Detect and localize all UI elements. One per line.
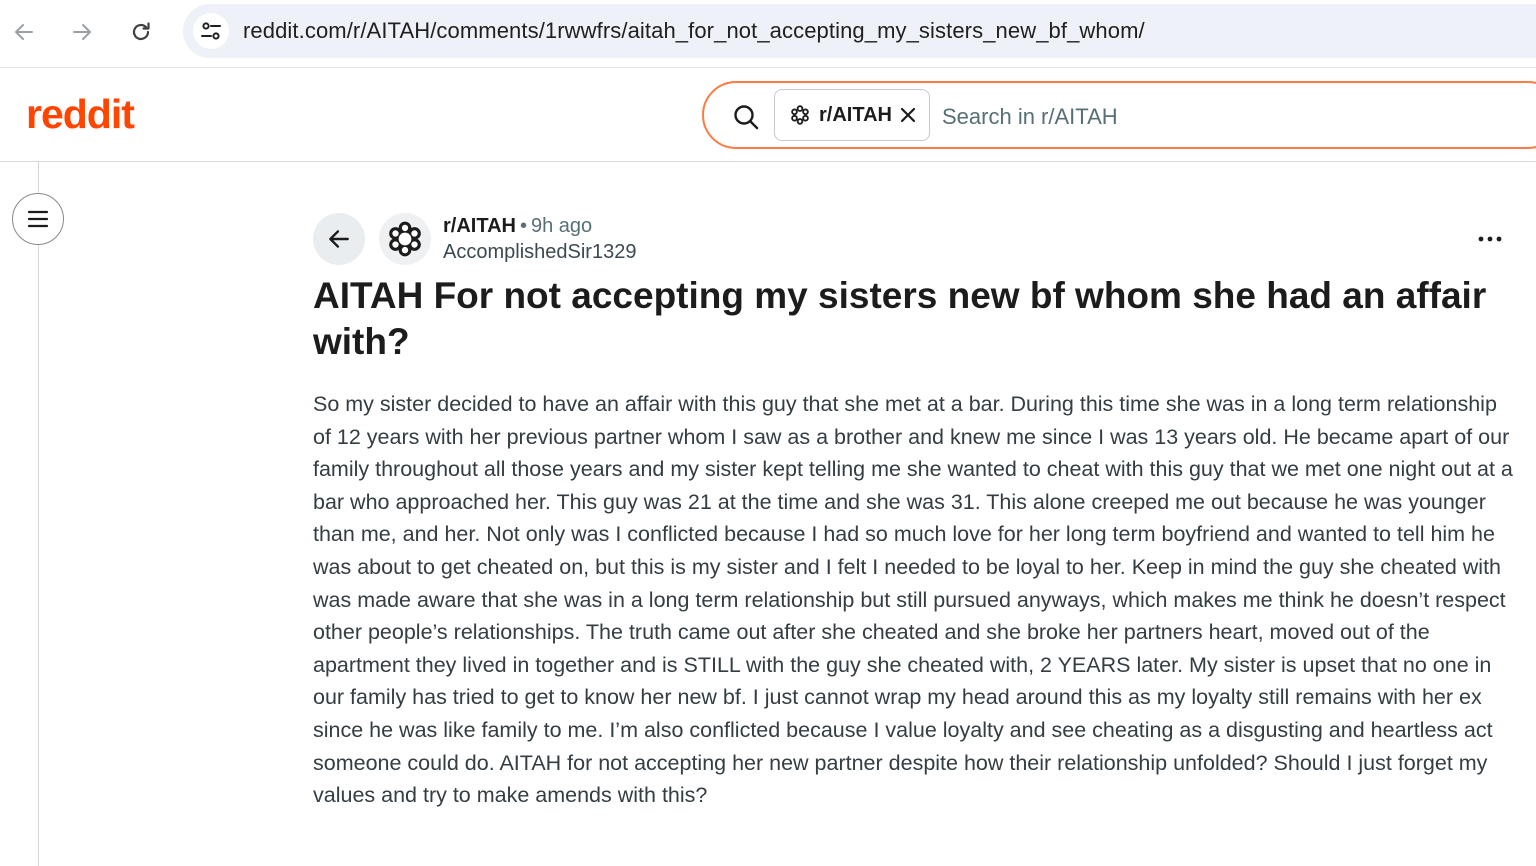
hamburger-icon	[27, 210, 49, 228]
arrow-left-icon	[15, 24, 33, 40]
browser-back-button[interactable]	[4, 12, 44, 52]
reload-icon	[132, 22, 150, 41]
post-back-button[interactable]	[313, 213, 365, 265]
post-title: AITAH For not accepting my sisters new b…	[313, 275, 1487, 362]
post-body: So my sister decided to have an affair w…	[313, 392, 1513, 808]
subreddit-avatar[interactable]	[379, 213, 431, 265]
address-bar[interactable]: reddit.com/r/AITAH/comments/1rwwfrs/aita…	[183, 4, 1536, 58]
community-chip-label: r/AITAH	[819, 103, 892, 126]
arrow-right-icon	[73, 24, 91, 40]
search-input[interactable]: Search in r/AITAH	[942, 104, 1118, 130]
close-icon	[900, 107, 916, 123]
site-info-button[interactable]	[193, 13, 229, 49]
expand-navigation-button[interactable]	[12, 193, 64, 245]
more-horizontal-icon	[1478, 236, 1502, 242]
browser-forward-button[interactable]	[62, 12, 102, 52]
post-meta: r/AITAH • 9h ago	[443, 215, 592, 238]
search-bar[interactable]: r/AITAH Search in r/AITAH	[702, 81, 1536, 149]
meta-separator: •	[519, 215, 527, 237]
subreddit-link[interactable]: r/AITAH	[443, 215, 516, 237]
left-rail-divider	[38, 162, 39, 866]
post-author-link[interactable]: AccomplishedSir1329	[443, 241, 636, 264]
arrow-left-icon	[329, 230, 349, 248]
community-filter-chip[interactable]: r/AITAH	[774, 89, 930, 141]
reddit-header: reddit r/AITAH Search in r/AITAH	[0, 69, 1536, 162]
post-overflow-menu-button[interactable]	[1470, 224, 1510, 254]
tune-icon	[201, 22, 221, 40]
remove-community-button[interactable]	[898, 105, 918, 125]
post-timestamp: 9h ago	[530, 215, 593, 237]
browser-toolbar: reddit.com/r/AITAH/comments/1rwwfrs/aita…	[0, 0, 1536, 68]
search-icon	[734, 105, 759, 130]
url-text[interactable]: reddit.com/r/AITAH/comments/1rwwfrs/aita…	[243, 18, 1145, 44]
snoo-flower-icon	[791, 105, 809, 125]
snoo-flower-icon	[389, 221, 421, 257]
reddit-logo[interactable]: reddit	[26, 91, 135, 138]
browser-reload-button[interactable]	[121, 12, 161, 52]
